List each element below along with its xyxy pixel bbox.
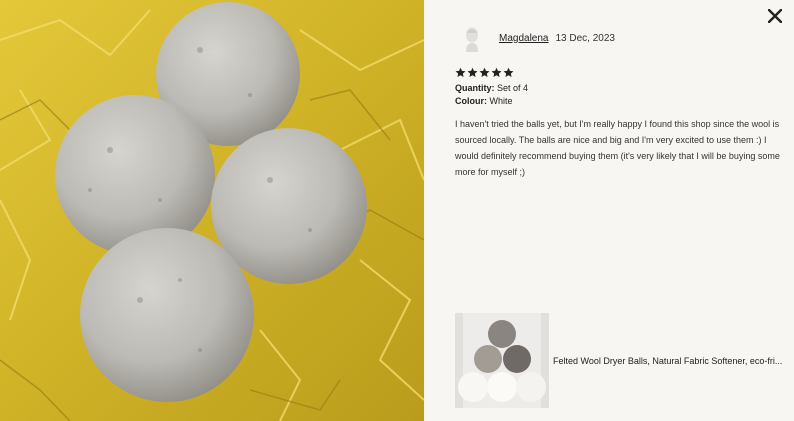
colour-label: Colour: xyxy=(455,96,487,106)
quantity-row: Quantity: Set of 4 xyxy=(455,82,528,94)
product-link[interactable]: Felted Wool Dryer Balls, Natural Fabric … xyxy=(455,313,789,408)
star-icon xyxy=(503,67,514,78)
wool-ball xyxy=(55,95,215,255)
star-rating xyxy=(455,67,514,78)
close-button[interactable] xyxy=(764,5,786,27)
quantity-label: Quantity: xyxy=(455,83,495,93)
star-icon xyxy=(491,67,502,78)
avatar xyxy=(456,22,488,54)
reviewer-name-link[interactable]: Magdalena xyxy=(499,33,548,44)
review-photo xyxy=(0,0,424,421)
colour-value: White xyxy=(489,96,513,106)
avatar-icon xyxy=(456,22,488,54)
wool-ball xyxy=(80,228,254,402)
close-icon xyxy=(768,9,782,23)
review-date: 13 Dec, 2023 xyxy=(555,32,615,44)
colour-row: Colour: White xyxy=(455,95,513,107)
product-thumbnail-image xyxy=(455,313,549,408)
product-title[interactable]: Felted Wool Dryer Balls, Natural Fabric … xyxy=(553,356,789,366)
product-thumbnail[interactable] xyxy=(455,313,549,408)
reviewer-info: Magdalena 13 Dec, 2023 xyxy=(456,22,615,54)
review-panel: Magdalena 13 Dec, 2023 Quantity: Set of … xyxy=(424,0,794,421)
star-icon xyxy=(455,67,466,78)
review-text: I haven't tried the balls yet, but I'm r… xyxy=(455,119,780,177)
quantity-value: Set of 4 xyxy=(497,83,529,93)
star-icon xyxy=(479,67,490,78)
star-icon xyxy=(467,67,478,78)
review-photo-image xyxy=(0,0,424,421)
